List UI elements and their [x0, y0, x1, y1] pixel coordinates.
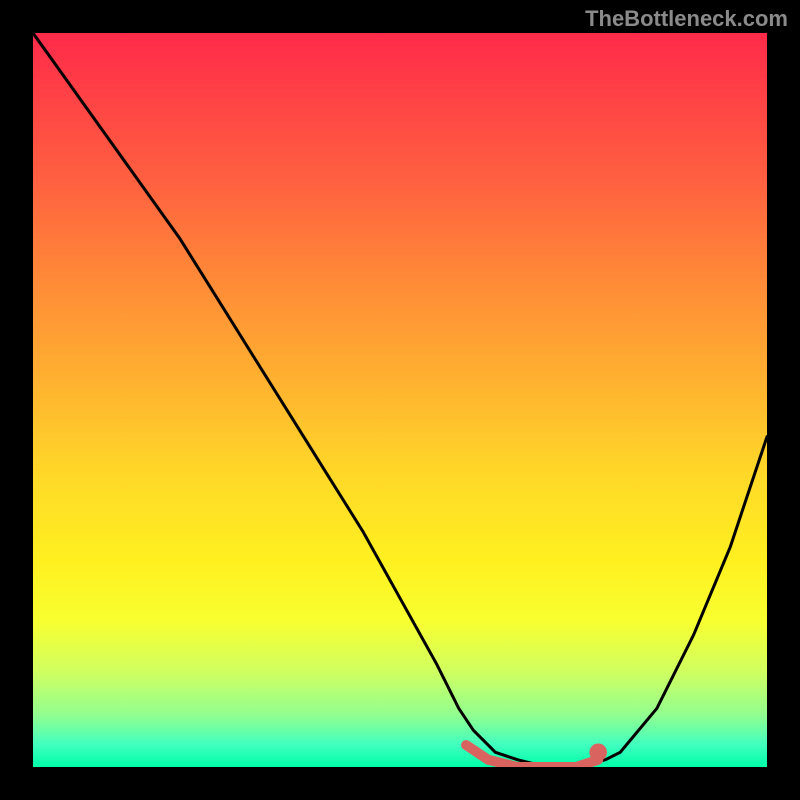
highlight-region — [466, 745, 598, 767]
curve-svg — [33, 33, 767, 767]
chart-container: TheBottleneck.com — [0, 0, 800, 800]
watermark-text: TheBottleneck.com — [585, 6, 788, 32]
highlight-dot-icon — [589, 744, 607, 762]
bottleneck-curve — [33, 33, 767, 767]
plot-area — [33, 33, 767, 767]
